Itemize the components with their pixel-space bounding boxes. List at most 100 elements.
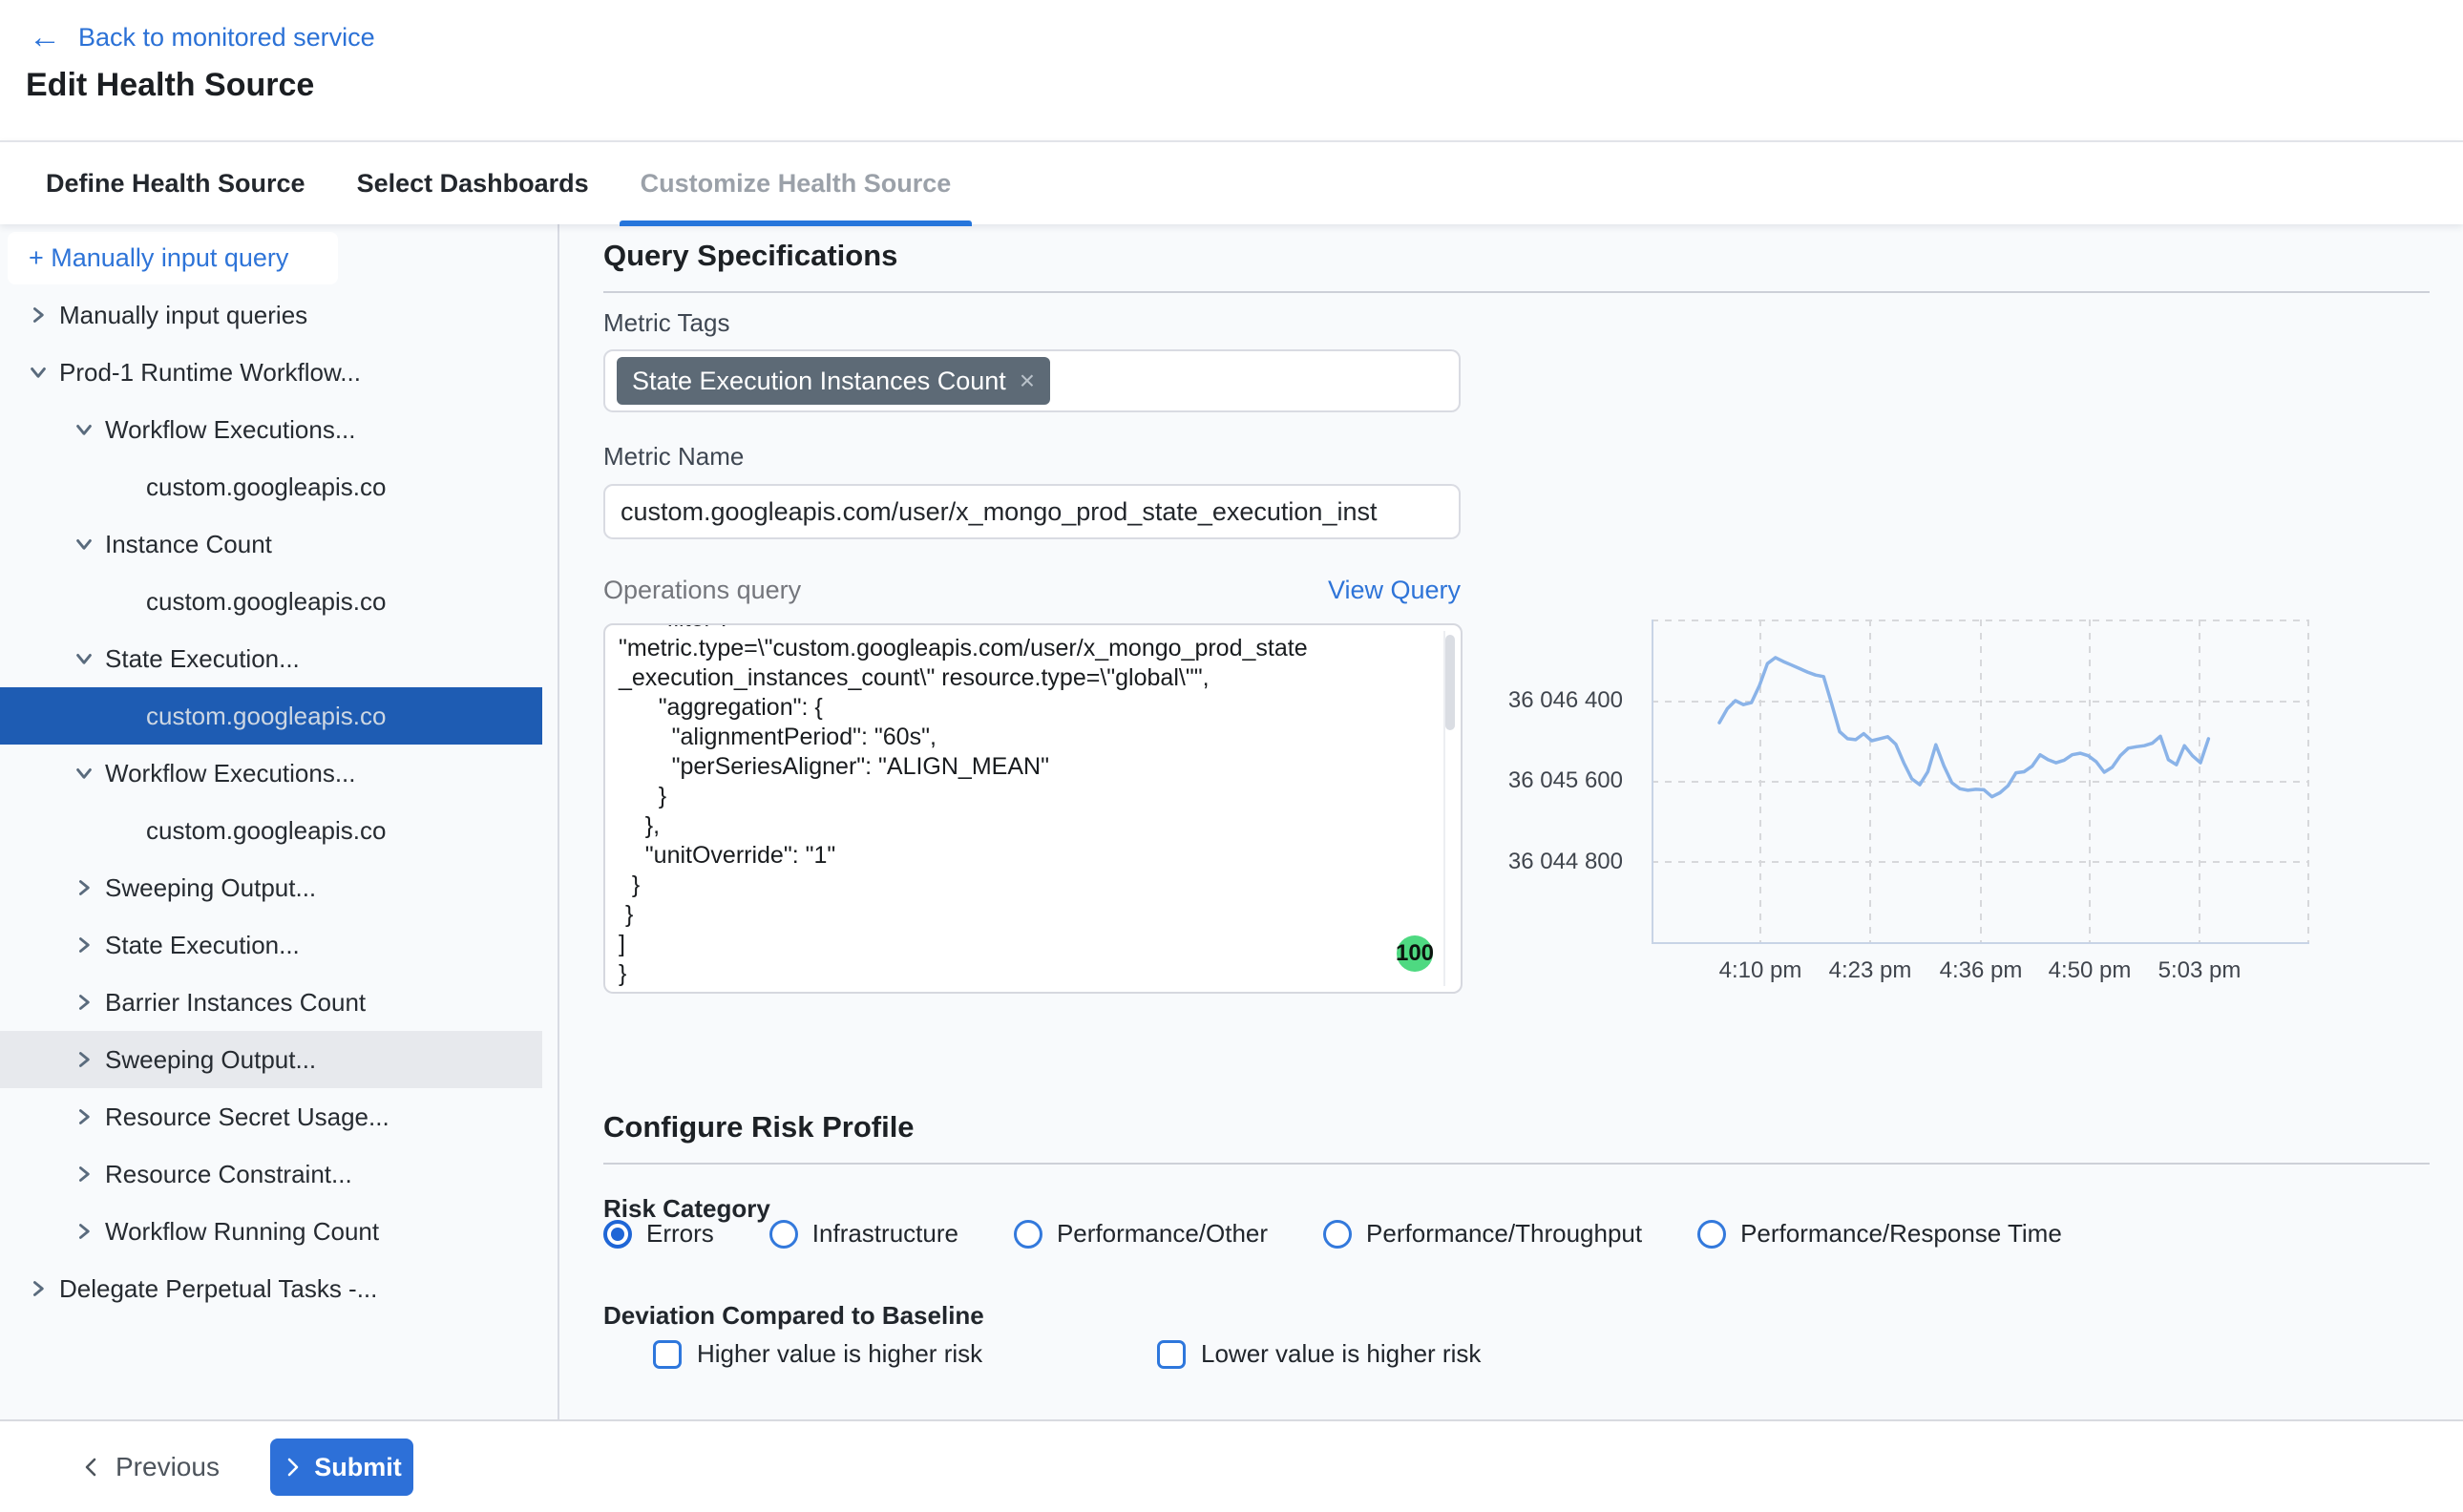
tree-item-sweeping-output[interactable]: Sweeping Output... bbox=[0, 859, 542, 916]
tab-select-dashboards[interactable]: Select Dashboards bbox=[336, 142, 610, 224]
radio-infrastructure[interactable]: Infrastructure bbox=[769, 1219, 958, 1249]
deviation-label: Deviation Compared to Baseline bbox=[603, 1301, 984, 1331]
chevron-right-icon[interactable] bbox=[29, 1279, 48, 1298]
section-title-query-specifications: Query Specifications bbox=[603, 239, 897, 273]
operations-query-editor[interactable]: "filter": "metric.type=\"custom.googleap… bbox=[603, 623, 1463, 994]
radio-icon[interactable] bbox=[1697, 1220, 1726, 1249]
chevron-left-icon bbox=[81, 1457, 102, 1478]
tree-item-label: Sweeping Output... bbox=[105, 873, 316, 903]
records-count-badge: 100 bbox=[1397, 935, 1433, 972]
tree-item-state-execution[interactable]: State Execution... bbox=[0, 916, 542, 974]
radio-icon[interactable] bbox=[603, 1220, 632, 1249]
chevron-right-icon[interactable] bbox=[74, 1165, 94, 1184]
scrollbar-thumb[interactable] bbox=[1445, 635, 1455, 730]
radio-performance-response-time[interactable]: Performance/Response Time bbox=[1697, 1219, 2062, 1249]
add-manual-query-button[interactable]: + Manually input query bbox=[8, 232, 338, 284]
tree-item-label: Workflow Executions... bbox=[105, 415, 356, 445]
tree-item-manually-input-queries[interactable]: Manually input queries bbox=[0, 286, 542, 344]
metric-preview-chart: 36 046 400 36 045 600 36 044 800 4:10 pm… bbox=[1489, 592, 2348, 1012]
divider bbox=[603, 1163, 2430, 1165]
back-link[interactable]: ← Back to monitored service bbox=[29, 21, 375, 53]
chevron-right-icon[interactable] bbox=[74, 1222, 94, 1241]
edit-health-source-page: ← Back to monitored service Edit Health … bbox=[0, 0, 2463, 1512]
chevron-right-icon[interactable] bbox=[74, 993, 94, 1012]
tab-customize-health-source[interactable]: Customize Health Source bbox=[620, 142, 973, 224]
section-title-configure-risk-profile: Configure Risk Profile bbox=[603, 1110, 915, 1144]
tree-item-workflow-executions[interactable]: Workflow Executions... bbox=[0, 745, 542, 802]
radio-label: Performance/Throughput bbox=[1366, 1219, 1642, 1249]
x-axis-tick-label: 4:23 pm bbox=[1808, 957, 1932, 984]
page-title: Edit Health Source bbox=[26, 67, 314, 104]
radio-performance-throughput[interactable]: Performance/Throughput bbox=[1323, 1219, 1642, 1249]
tree-item-workflow-running-count[interactable]: Workflow Running Count bbox=[0, 1203, 542, 1260]
tree-item-label: Delegate Perpetual Tasks -... bbox=[59, 1274, 377, 1304]
tree-item-barrier-instances-count[interactable]: Barrier Instances Count bbox=[0, 974, 542, 1031]
metric-name-input[interactable] bbox=[603, 484, 1461, 539]
tree-item-label: Instance Count bbox=[105, 530, 272, 559]
tree-item-label: Resource Secret Usage... bbox=[105, 1102, 389, 1132]
chevron-down-icon[interactable] bbox=[74, 535, 94, 554]
radio-label: Performance/Other bbox=[1057, 1219, 1268, 1249]
metric-tags-input[interactable]: State Execution Instances Count × bbox=[603, 349, 1461, 412]
tree-item-delegate-perpetual-tasks[interactable]: Delegate Perpetual Tasks -... bbox=[0, 1260, 542, 1317]
checkbox-icon[interactable] bbox=[1157, 1340, 1186, 1369]
tree-item-state-execution[interactable]: State Execution... bbox=[0, 630, 542, 687]
tree-item-label: custom.googleapis.co bbox=[146, 702, 386, 731]
scrollbar-track[interactable] bbox=[1443, 631, 1457, 986]
metric-tag-chip: State Execution Instances Count × bbox=[617, 357, 1050, 405]
chevron-right-icon[interactable] bbox=[74, 1107, 94, 1126]
tree-item-custom-googleapis[interactable]: custom.googleapis.co bbox=[0, 458, 542, 515]
main-panel: Query Specifications Metric Tags State E… bbox=[559, 224, 2463, 1419]
risk-category-options: Errors Infrastructure Performance/Other … bbox=[603, 1219, 2062, 1249]
chevron-right-icon[interactable] bbox=[74, 878, 94, 897]
metric-tags-label: Metric Tags bbox=[603, 308, 729, 338]
tree-item-custom-googleapis-selected[interactable]: custom.googleapis.co bbox=[0, 687, 542, 745]
radio-label: Infrastructure bbox=[812, 1219, 958, 1249]
previous-button[interactable]: Previous bbox=[81, 1421, 220, 1512]
chevron-right-icon[interactable] bbox=[74, 935, 94, 955]
y-axis-tick-label: 36 045 600 bbox=[1489, 767, 1623, 794]
tree-item-label: Workflow Executions... bbox=[105, 759, 356, 788]
tree-item-label: custom.googleapis.co bbox=[146, 816, 386, 846]
checkbox-lower-value-higher-risk[interactable]: Lower value is higher risk bbox=[1157, 1339, 1481, 1369]
checkbox-label: Higher value is higher risk bbox=[697, 1339, 982, 1369]
tab-define-health-source[interactable]: Define Health Source bbox=[25, 142, 326, 224]
checkbox-higher-value-higher-risk[interactable]: Higher value is higher risk bbox=[653, 1339, 982, 1369]
tree-item-custom-googleapis[interactable]: custom.googleapis.co bbox=[0, 573, 542, 630]
chevron-down-icon[interactable] bbox=[74, 649, 94, 668]
tree-item-label: State Execution... bbox=[105, 931, 300, 960]
back-arrow-icon: ← bbox=[29, 21, 61, 53]
radio-errors[interactable]: Errors bbox=[603, 1219, 714, 1249]
view-query-link[interactable]: View Query bbox=[1328, 576, 1461, 605]
tree-item-custom-googleapis[interactable]: custom.googleapis.co bbox=[0, 802, 542, 859]
previous-button-label: Previous bbox=[116, 1452, 220, 1482]
chevron-down-icon[interactable] bbox=[74, 420, 94, 439]
radio-performance-other[interactable]: Performance/Other bbox=[1014, 1219, 1268, 1249]
chevron-down-icon[interactable] bbox=[29, 363, 48, 382]
tree-item-label: Manually input queries bbox=[59, 301, 307, 330]
x-axis-tick-label: 4:36 pm bbox=[1919, 957, 2043, 984]
chevron-down-icon[interactable] bbox=[74, 764, 94, 783]
tree-item-sweeping-output[interactable]: Sweeping Output... bbox=[0, 1031, 542, 1088]
radio-icon[interactable] bbox=[769, 1220, 798, 1249]
operations-query-label: Operations query bbox=[603, 576, 801, 605]
checkbox-icon[interactable] bbox=[653, 1340, 682, 1369]
operations-query-text[interactable]: "filter": "metric.type=\"custom.googleap… bbox=[605, 623, 1461, 989]
tree-item-label: custom.googleapis.co bbox=[146, 472, 386, 502]
tree-item-instance-count[interactable]: Instance Count bbox=[0, 515, 542, 573]
tree-item-label: State Execution... bbox=[105, 644, 300, 674]
content-area: + Manually input query Manually input qu… bbox=[0, 224, 2463, 1419]
x-axis-tick-label: 5:03 pm bbox=[2137, 957, 2262, 984]
chip-close-icon[interactable]: × bbox=[1020, 366, 1035, 396]
radio-icon[interactable] bbox=[1014, 1220, 1042, 1249]
chevron-right-icon[interactable] bbox=[74, 1050, 94, 1069]
chevron-right-icon[interactable] bbox=[29, 305, 48, 325]
tree-item-workflow-executions[interactable]: Workflow Executions... bbox=[0, 401, 542, 458]
tree-item-resource-constraint[interactable]: Resource Constraint... bbox=[0, 1145, 542, 1203]
submit-button-label: Submit bbox=[314, 1453, 402, 1482]
submit-button[interactable]: Submit bbox=[270, 1438, 413, 1496]
tree-item-prod1-runtime-workflow[interactable]: Prod-1 Runtime Workflow... bbox=[0, 344, 542, 401]
divider bbox=[603, 291, 2430, 293]
tree-item-resource-secret-usage[interactable]: Resource Secret Usage... bbox=[0, 1088, 542, 1145]
radio-icon[interactable] bbox=[1323, 1220, 1352, 1249]
